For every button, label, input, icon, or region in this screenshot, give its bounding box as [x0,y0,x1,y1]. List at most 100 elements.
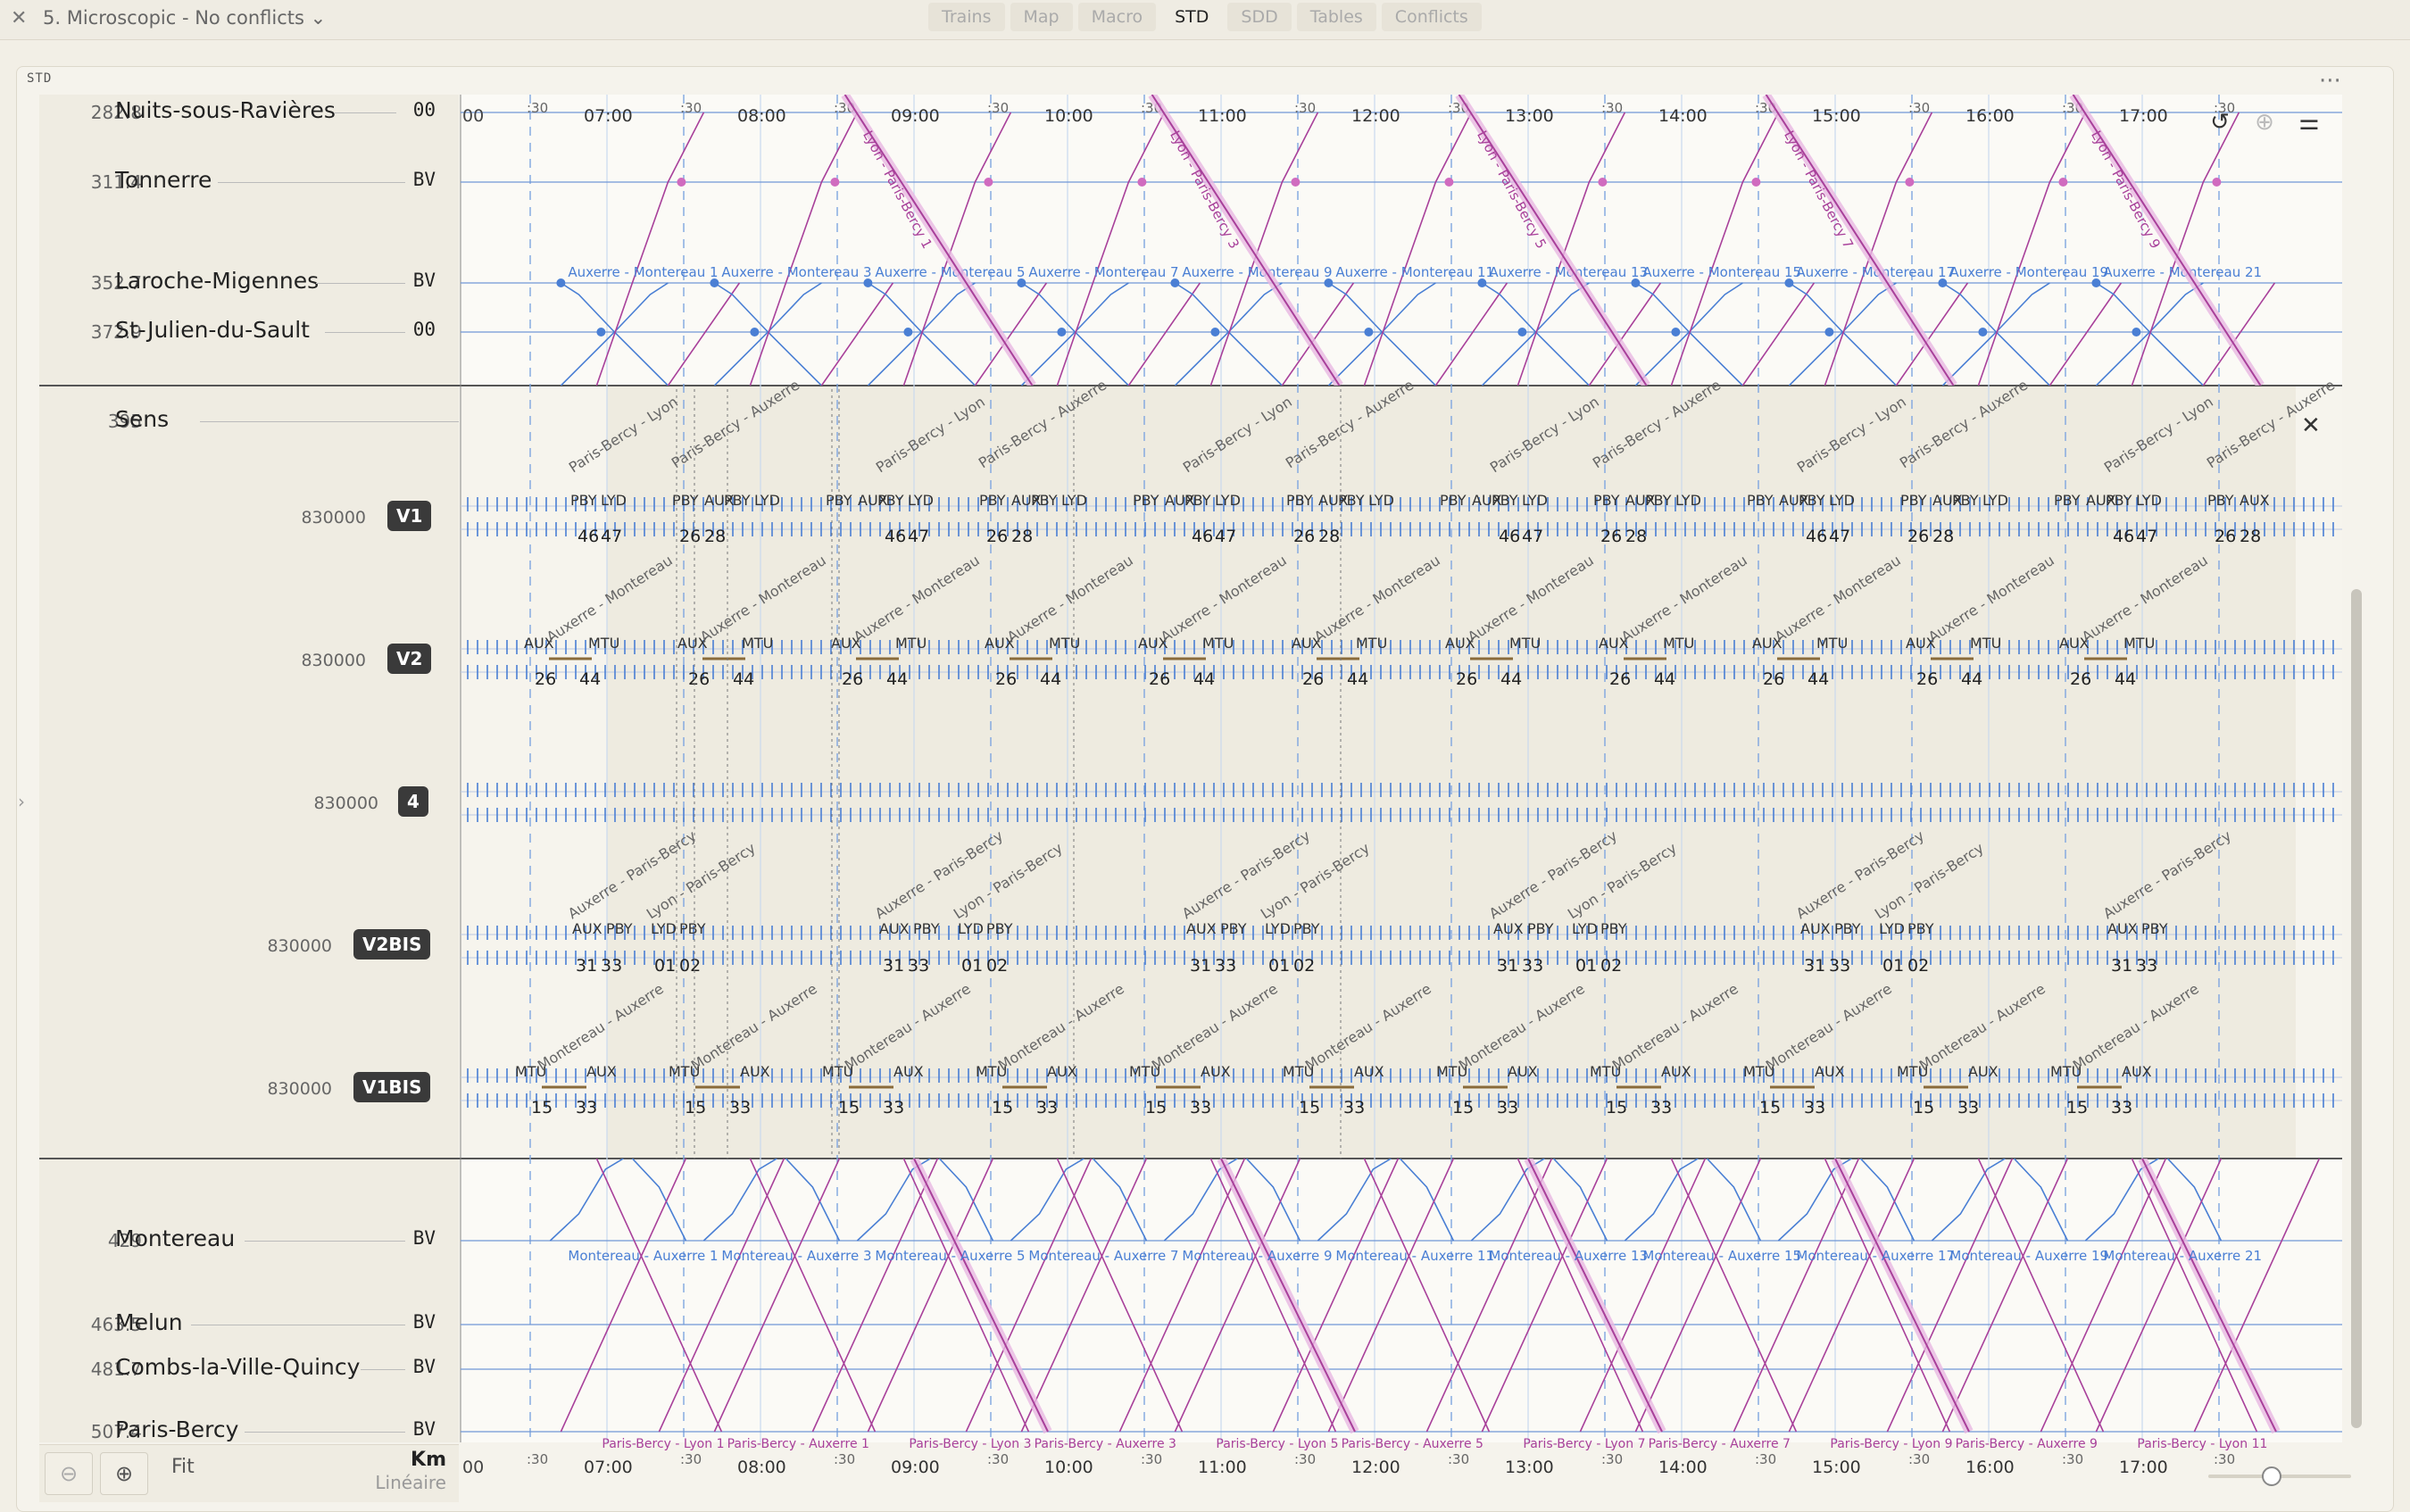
track-marker-label: LYD [651,920,677,937]
train-stop-marker [863,278,873,287]
track-marker-number: 01 [1575,956,1597,976]
train-label: Paris-Bercy - Lyon 5 [1216,1437,1338,1451]
track-marker-number: 31 [2111,956,2132,976]
track-marker-label: PBY [1593,492,1620,509]
train-label: Montereau - Auxerre 17 [1796,1248,1955,1264]
train-stop-marker [1978,328,1988,336]
track-marker-label: PBY [1338,492,1365,509]
train-label: Auxerre - Montereau 7 [1028,264,1178,280]
close-icon[interactable]: ✕ [2301,412,2321,439]
track-marker-label: MTU [2123,635,2155,652]
track-marker-number: 44 [1193,669,1215,689]
track-marker-number: 02 [1293,956,1315,976]
time-axis-bottom-half-label: :30 [834,1451,855,1467]
fit-button[interactable]: Fit [171,1456,195,1478]
track-marker-number: 47 [2136,527,2157,546]
track-marker-number: 44 [2115,669,2136,689]
train-stop-marker [1170,278,1180,287]
track-marker-number: 46 [578,527,599,546]
track-marker-number: 26 [1302,669,1324,689]
track-marker-number: 28 [1011,527,1033,546]
track-marker-label: MTU [1202,635,1234,652]
track-marker-number: 44 [886,669,908,689]
train-stop-marker [2058,178,2068,187]
track-marker-number: 26 [688,669,710,689]
time-axis-bottom-label: 15:00 [1812,1458,1861,1477]
zoom-toolbar: ⊖ ⊕ Fit Km Linéaire [39,1444,459,1502]
track-marker-label: PBY [1492,492,1518,509]
reset-icon[interactable]: ↺ [2203,105,2237,139]
track-marker-label: MTU [1509,635,1541,652]
track-marker-number: 33 [1957,1098,1979,1117]
track-marker-label: AUX [572,920,602,937]
time-axis-top-half-label: :30 [1601,100,1623,116]
time-axis-top-label: 00 [462,106,484,126]
track-marker-number: 15 [1913,1098,1934,1117]
track-marker-label: PBY [606,920,633,937]
track-marker-label: PBY [979,492,1006,509]
track-marker-label: PBY [672,492,699,509]
track-marker-number: 33 [2136,956,2157,976]
track-marker-number: 33 [908,956,929,976]
time-axis-bottom-label: 16:00 [1965,1458,2015,1477]
track-marker-number: 33 [2111,1098,2132,1117]
time-axis-bottom-half-label: :30 [1141,1451,1162,1467]
track-marker-number: 46 [885,527,906,546]
train-label: Auxerre - Montereau 1 [568,264,718,280]
track-marker-number: 31 [883,956,904,976]
time-axis-top-label: 15:00 [1812,106,1861,126]
track-marker-number: 02 [986,956,1008,976]
zoom-out-icon[interactable]: ⊖ [45,1452,93,1495]
train-stop-marker [677,178,686,187]
settings-sliders-icon[interactable]: ⚌ [2292,105,2326,139]
zoom-in-icon[interactable]: ⊕ [100,1452,148,1495]
train-stop-marker [1137,178,1147,187]
space-time-diagram[interactable]: 00 07:00:30 08:00:30 09:00:30 10:00:30 11:00:… [0,0,2410,1510]
track-marker-number: 33 [1650,1098,1672,1117]
track-marker-number: 33 [1522,956,1543,976]
track-marker-label: AUX [2107,920,2138,937]
track-marker-label: AUX [740,1063,770,1080]
track-marker-label: LYD [958,920,984,937]
train-stop-marker [830,178,840,187]
zoom-icon[interactable]: ⊕ [2248,105,2281,139]
track-marker-label: AUX [1186,920,1217,937]
time-axis-bottom-label: 13:00 [1505,1458,1554,1477]
track-marker-label: LYD [2136,492,2162,509]
time-axis-bottom-half-label: :30 [680,1451,702,1467]
scale-mode[interactable]: Linéaire [375,1472,446,1493]
train-stop-marker [1477,278,1487,287]
track-marker-number: 15 [2066,1098,2088,1117]
train-stop-marker [1784,278,1794,287]
track-marker-number: 44 [733,669,754,689]
track-marker-number: 47 [601,527,622,546]
train-label: Montereau - Auxerre 21 [2103,1248,2262,1264]
track-marker-number: 01 [961,956,983,976]
track-marker-label: PBY [1184,492,1211,509]
track-marker-number: 33 [883,1098,904,1117]
train-stop-marker [1517,328,1527,336]
track-marker-number: 33 [1215,956,1236,976]
train-label: Montereau - Auxerre 5 [875,1248,1025,1264]
track-marker-number: 31 [1190,956,1211,976]
time-axis-bottom-half-label: :30 [527,1451,548,1467]
time-axis-bottom-half-label: :30 [2062,1451,2083,1467]
train-stop-marker [1291,178,1301,187]
track-marker-label: PBY [724,492,751,509]
track-marker-label: MTU [1663,635,1694,652]
track-marker-number: 47 [908,527,929,546]
scrollbar[interactable] [2351,589,2362,1428]
track-marker-number: 26 [1293,527,1315,546]
train-label: Montereau - Auxerre 19 [1949,1248,2108,1264]
zoom-slider-handle[interactable] [2262,1466,2281,1486]
train-label: Auxerre - Montereau 9 [1182,264,1332,280]
track-marker-number: 01 [1268,956,1290,976]
train-label: Montereau - Auxerre 3 [721,1248,871,1264]
track-marker-label: PBY [679,920,706,937]
track-marker-label: AUX [879,920,910,937]
train-stop-marker [1824,328,1834,336]
track-marker-number: 26 [842,669,863,689]
train-label: Paris-Bercy - Lyon 11 [2137,1437,2267,1451]
track-marker-number: 26 [1916,669,1938,689]
track-marker-number: 26 [679,527,701,546]
